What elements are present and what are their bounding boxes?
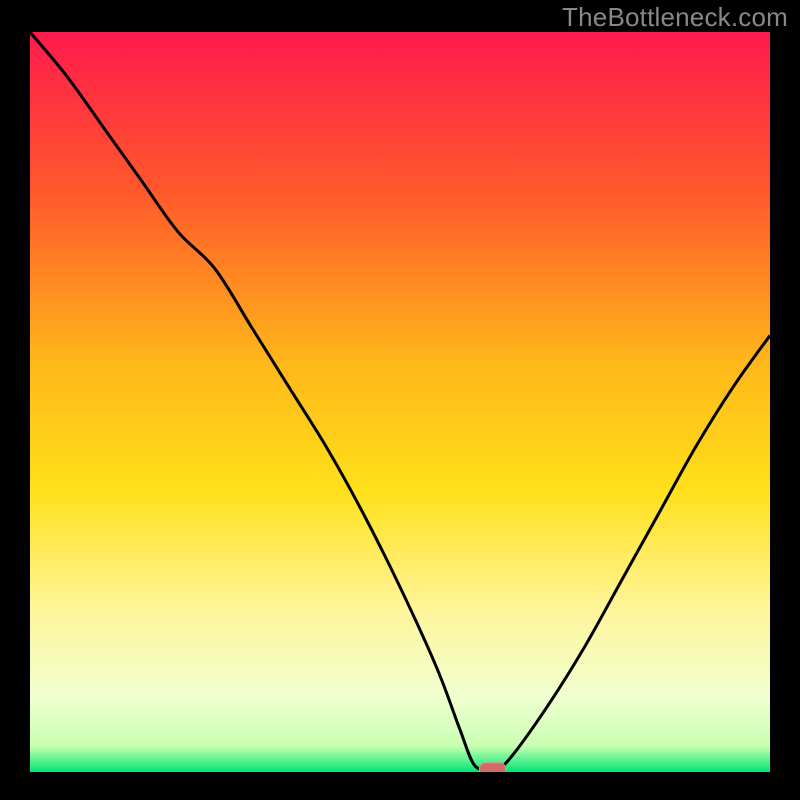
gradient-background	[30, 32, 770, 772]
chart-svg	[30, 32, 770, 772]
optimal-marker	[480, 763, 506, 772]
watermark-text: TheBottleneck.com	[562, 2, 788, 33]
chart-container: TheBottleneck.com	[0, 0, 800, 800]
plot-area	[30, 32, 770, 772]
